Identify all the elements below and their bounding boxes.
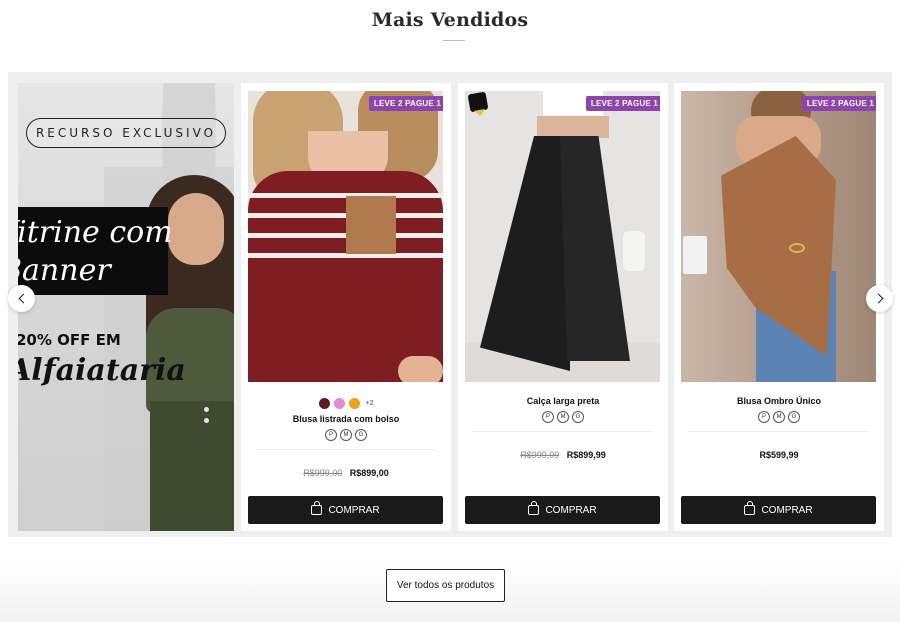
banner-discount-text: 20% OFF EM xyxy=(18,331,121,349)
color-swatch[interactable] xyxy=(348,398,360,409)
carousel-next-button[interactable] xyxy=(866,285,893,312)
image-waist xyxy=(537,116,609,138)
buy-button-label: COMPRAR xyxy=(545,504,597,516)
shopping-bag-icon xyxy=(744,501,756,515)
product-image[interactable]: LEVE 2 PAGUE 1 xyxy=(248,91,443,382)
shopping-bag-icon xyxy=(528,501,540,515)
banner-model-button xyxy=(204,418,209,423)
size-option-g[interactable]: G xyxy=(355,429,367,441)
size-option-p[interactable]: P xyxy=(542,411,554,423)
old-price: R$999,99 xyxy=(520,450,560,460)
product-card[interactable]: LEVE 2 PAGUE 1 Blusa Ombro Único P M G R… xyxy=(674,83,884,531)
banner-pill-label: RECURSO EXCLUSIVO xyxy=(26,118,226,148)
price-block: R$599,99 xyxy=(674,450,884,460)
shopping-bag-icon xyxy=(311,501,323,515)
buy-button-label: COMPRAR xyxy=(761,504,813,516)
promo-badge: LEVE 2 PAGUE 1 xyxy=(585,96,660,111)
promo-badge: LEVE 2 PAGUE 1 xyxy=(368,96,443,111)
section-title: Mais Vendidos xyxy=(371,9,529,31)
card-divider xyxy=(256,449,436,450)
size-option-m[interactable]: M xyxy=(557,411,569,423)
color-swatch[interactable] xyxy=(318,398,330,409)
promo-banner[interactable]: RECURSO EXCLUSIVO Vitrine com Banner 20%… xyxy=(18,83,234,531)
size-option-m[interactable]: M xyxy=(773,411,785,423)
buy-button[interactable]: COMPRAR xyxy=(681,496,876,524)
banner-model-button xyxy=(204,407,209,412)
image-pants xyxy=(480,136,570,371)
product-carousel: RECURSO EXCLUSIVO Vitrine com Banner 20%… xyxy=(8,72,892,537)
image-bag xyxy=(623,231,645,271)
product-image[interactable]: LEVE 2 PAGUE 1 xyxy=(681,91,876,382)
color-swatch[interactable] xyxy=(333,398,345,409)
view-all-products-button[interactable]: Ver todos os produtos xyxy=(386,569,505,602)
color-swatches: +2 xyxy=(241,398,451,409)
product-card[interactable]: LEVE 2 PAGUE 1 Calça larga preta P M G R… xyxy=(458,83,668,531)
banner-headline-line2: Banner xyxy=(18,253,111,288)
image-pocket xyxy=(346,196,396,254)
buy-button[interactable]: COMPRAR xyxy=(248,496,443,524)
best-sellers-page: Mais Vendidos RECURSO EXCLUSIVO Vitrine … xyxy=(0,0,900,622)
card-divider xyxy=(473,431,653,432)
current-price: R$899,00 xyxy=(349,468,389,478)
title-divider xyxy=(443,40,465,41)
size-options: P M G xyxy=(241,429,451,441)
product-name[interactable]: Blusa Ombro Único xyxy=(674,396,884,406)
size-option-g[interactable]: G xyxy=(572,411,584,423)
current-price: R$599,99 xyxy=(759,450,799,460)
buy-button[interactable]: COMPRAR xyxy=(465,496,660,524)
product-name[interactable]: Calça larga preta xyxy=(458,396,668,406)
size-option-p[interactable]: P xyxy=(758,411,770,423)
image-buckle xyxy=(789,243,805,253)
promo-badge: LEVE 2 PAGUE 1 xyxy=(801,96,876,111)
image-arm xyxy=(398,356,443,382)
banner-category-text: Alfaiataria xyxy=(18,353,186,388)
size-options: P M G xyxy=(458,411,668,423)
price-block: R$999,99 R$899,99 xyxy=(458,450,668,460)
carousel-prev-button[interactable] xyxy=(8,285,35,312)
product-image[interactable]: LEVE 2 PAGUE 1 xyxy=(465,91,660,382)
sale-tag-icon xyxy=(467,91,489,113)
size-option-m[interactable]: M xyxy=(340,429,352,441)
price-block: R$999,00 R$899,00 xyxy=(241,468,451,478)
old-price: R$999,00 xyxy=(303,468,343,478)
buy-button-label: COMPRAR xyxy=(328,504,380,516)
image-pants xyxy=(560,136,630,361)
product-card[interactable]: LEVE 2 PAGUE 1 +2 Blusa listrada com bol… xyxy=(241,83,451,531)
size-option-g[interactable]: G xyxy=(788,411,800,423)
more-colors-count[interactable]: +2 xyxy=(366,400,374,407)
banner-headline-line1: Vitrine com xyxy=(18,215,173,250)
chevron-right-icon xyxy=(873,293,883,304)
image-cup xyxy=(683,236,707,274)
size-options: P M G xyxy=(674,411,884,423)
product-name[interactable]: Blusa listrada com bolso xyxy=(241,414,451,424)
chevron-left-icon xyxy=(18,293,28,304)
size-option-p[interactable]: P xyxy=(325,429,337,441)
card-divider xyxy=(689,431,869,432)
banner-model-pants xyxy=(150,401,234,531)
banner-model-face xyxy=(168,193,224,265)
current-price: R$899,99 xyxy=(566,450,606,460)
